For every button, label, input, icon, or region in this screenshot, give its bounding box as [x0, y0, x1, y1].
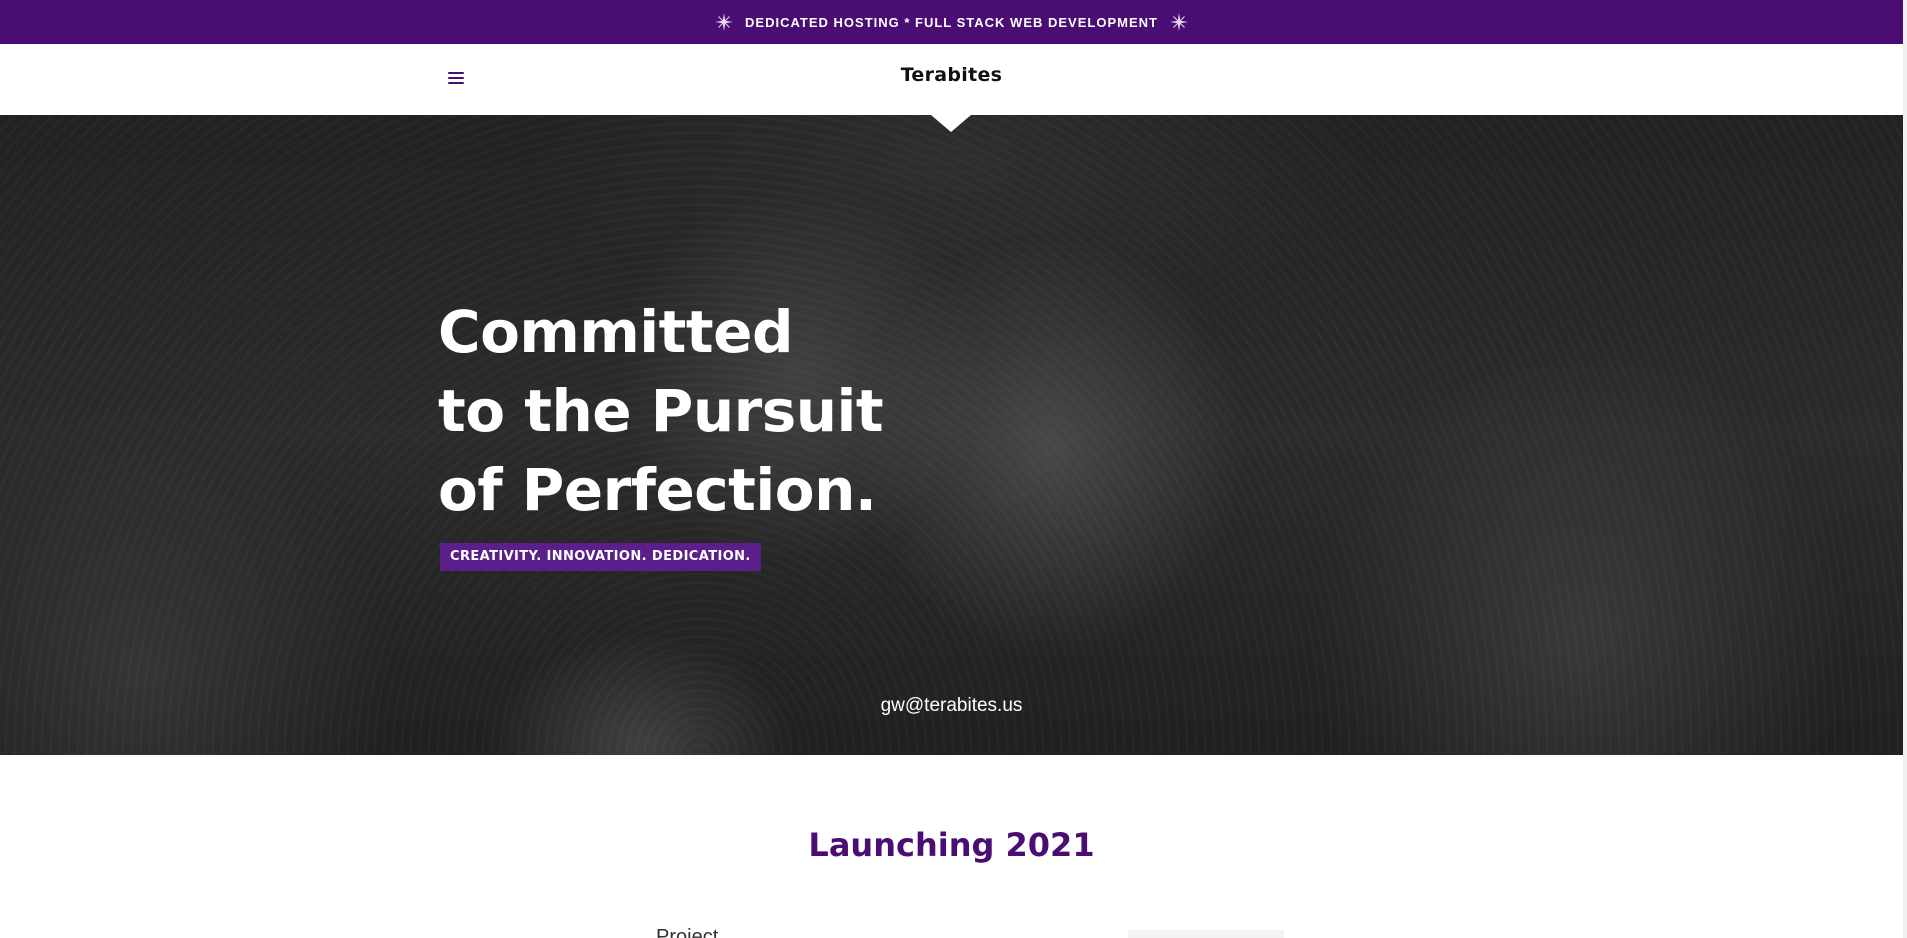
partial-content-box — [1128, 930, 1284, 938]
announcement-content: DEDICATED HOSTING * FULL STACK WEB DEVEL… — [715, 13, 1188, 31]
hero-background-image — [0, 115, 1903, 755]
hero-tagline-badge: CREATIVITY. INNOVATION. DEDICATION. — [440, 543, 761, 571]
header-notch — [931, 115, 971, 132]
page: DEDICATED HOSTING * FULL STACK WEB DEVEL… — [0, 0, 1907, 938]
partial-content-text: Project — [656, 926, 719, 938]
page-scrollbar[interactable] — [1903, 0, 1907, 938]
site-logo[interactable]: Terabites — [0, 64, 1903, 86]
contact-email-link[interactable]: gw@terabites.us — [881, 695, 1023, 716]
sparkle-icon — [1169, 13, 1188, 31]
hero-banner: Committed to the Pursuit of Perfection. … — [0, 115, 1903, 755]
hero-headline-line: Committed — [438, 298, 793, 366]
announcement-text: DEDICATED HOSTING * FULL STACK WEB DEVEL… — [745, 14, 1158, 30]
hero-headline: Committed to the Pursuit of Perfection. — [438, 293, 884, 530]
hero-headline-line: of Perfection. — [438, 456, 877, 524]
contact-email: gw@terabites.us — [0, 695, 1903, 717]
site-header: Terabites — [0, 44, 1903, 116]
announcement-bar: DEDICATED HOSTING * FULL STACK WEB DEVEL… — [0, 0, 1903, 44]
section-title: Launching 2021 — [808, 826, 1095, 864]
hero-headline-line: to the Pursuit — [438, 377, 884, 445]
sparkle-icon — [715, 13, 734, 31]
